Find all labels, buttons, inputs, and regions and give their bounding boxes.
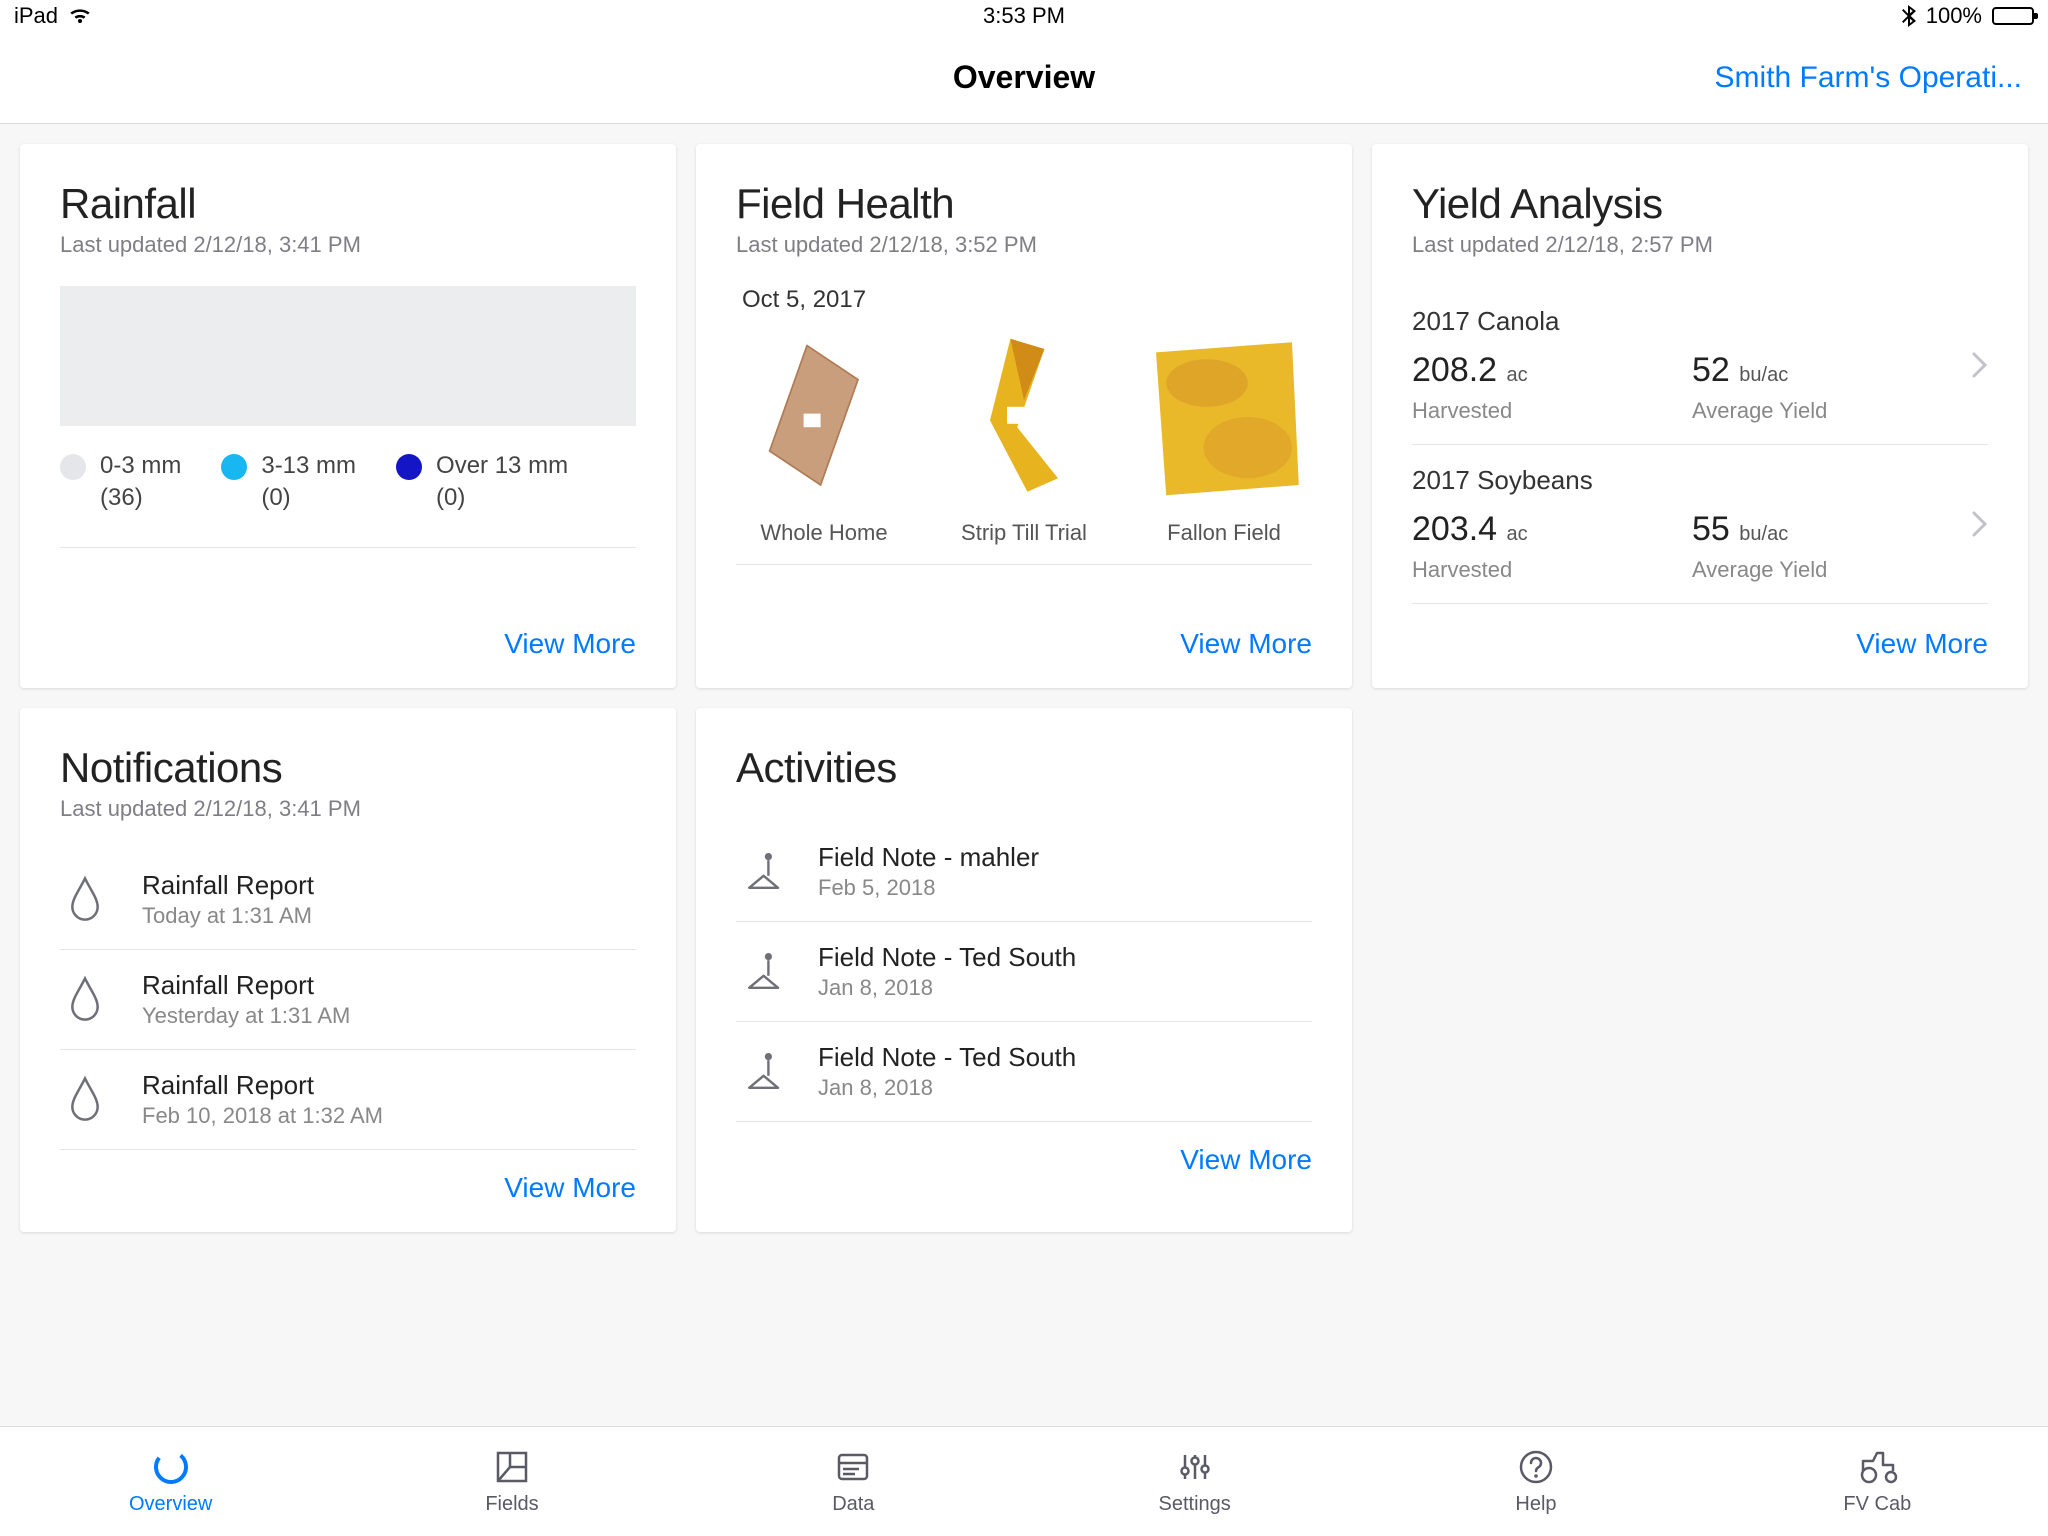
tab-fvcab[interactable]: FV Cab: [1707, 1427, 2048, 1536]
settings-icon: [1175, 1447, 1215, 1487]
nav-header: Overview Smith Farm's Operati...: [0, 32, 2048, 124]
rainfall-chart-placeholder: [60, 286, 636, 426]
field-label: Fallon Field: [1167, 520, 1281, 545]
tab-fields[interactable]: Fields: [341, 1427, 682, 1536]
activities-card[interactable]: Activities Field Note - mahlerFeb 5, 201…: [696, 708, 1352, 1232]
crop-name: 2017 Soybeans: [1412, 465, 1692, 496]
legend-item-3-13mm: 3-13 mm(0): [221, 450, 356, 515]
tab-overview[interactable]: Overview: [0, 1427, 341, 1536]
avg-yield-label: Average Yield: [1692, 557, 1972, 583]
overview-icon: [151, 1447, 191, 1487]
card-title: Notifications: [60, 744, 636, 792]
view-more-link[interactable]: View More: [504, 1172, 636, 1203]
yield-row-soybeans[interactable]: 2017 Soybeans 203.4 ac Harvested 55 bu/a…: [1412, 445, 1988, 604]
card-title: Activities: [736, 744, 1312, 792]
clock: 3:53 PM: [983, 3, 1065, 29]
avg-yield-label: Average Yield: [1692, 398, 1972, 424]
field-label: Whole Home: [760, 520, 887, 545]
tab-label: Help: [1515, 1493, 1556, 1516]
battery-pct: 100%: [1926, 3, 1982, 29]
view-more-link[interactable]: View More: [1180, 628, 1312, 659]
status-bar: iPad 3:53 PM 100%: [0, 0, 2048, 32]
notification-item[interactable]: Rainfall ReportFeb 10, 2018 at 1:32 AM: [60, 1050, 636, 1150]
field-note-icon: [742, 847, 792, 897]
legend-swatch: [60, 454, 86, 480]
card-updated: Last updated 2/12/18, 2:57 PM: [1412, 232, 1988, 258]
view-more-link[interactable]: View More: [1180, 1144, 1312, 1175]
chevron-right-icon: [1972, 352, 1988, 378]
field-image: [739, 332, 909, 502]
page-title: Overview: [953, 59, 1095, 96]
legend-swatch: [221, 454, 247, 480]
crop-name: 2017 Canola: [1412, 306, 1692, 337]
field-thumb-whole-home[interactable]: Whole Home: [736, 332, 912, 546]
card-updated: Last updated 2/12/18, 3:52 PM: [736, 232, 1312, 258]
notification-item[interactable]: Rainfall ReportYesterday at 1:31 AM: [60, 950, 636, 1050]
tab-label: Fields: [485, 1493, 538, 1516]
dashboard-grid: Rainfall Last updated 2/12/18, 3:41 PM 0…: [0, 124, 2048, 1252]
card-title: Yield Analysis: [1412, 180, 1988, 228]
field-thumb-fallon[interactable]: Fallon Field: [1136, 332, 1312, 546]
raindrop-icon: [66, 1075, 116, 1125]
activity-item[interactable]: Field Note - Ted SouthJan 8, 2018: [736, 922, 1312, 1022]
tractor-icon: [1857, 1447, 1897, 1487]
wifi-icon: [68, 7, 92, 25]
field-health-card[interactable]: Field Health Last updated 2/12/18, 3:52 …: [696, 144, 1352, 688]
harvested-label: Harvested: [1412, 557, 1692, 583]
notification-item[interactable]: Rainfall ReportToday at 1:31 AM: [60, 850, 636, 950]
notifications-card[interactable]: Notifications Last updated 2/12/18, 3:41…: [20, 708, 676, 1232]
tab-settings[interactable]: Settings: [1024, 1427, 1365, 1536]
field-thumb-strip-till[interactable]: Strip Till Trial: [936, 332, 1112, 546]
legend-item-over-13mm: Over 13 mm(0): [396, 450, 568, 515]
rainfall-card[interactable]: Rainfall Last updated 2/12/18, 3:41 PM 0…: [20, 144, 676, 688]
yield-analysis-card[interactable]: Yield Analysis Last updated 2/12/18, 2:5…: [1372, 144, 2028, 688]
view-more-link[interactable]: View More: [1856, 628, 1988, 659]
field-label: Strip Till Trial: [961, 520, 1087, 545]
tab-label: FV Cab: [1843, 1493, 1911, 1516]
divider: [736, 564, 1312, 565]
card-title: Rainfall: [60, 180, 636, 228]
operation-picker[interactable]: Smith Farm's Operati...: [1715, 61, 2022, 95]
data-icon: [833, 1447, 873, 1487]
legend-item-0-3mm: 0-3 mm(36): [60, 450, 181, 515]
device-label: iPad: [14, 3, 58, 29]
raindrop-icon: [66, 975, 116, 1025]
raindrop-icon: [66, 875, 116, 925]
tab-bar: Overview Fields Data Settings Help FV Ca…: [0, 1426, 2048, 1536]
field-health-date: Oct 5, 2017: [736, 286, 1312, 314]
activity-item[interactable]: Field Note - Ted SouthJan 8, 2018: [736, 1022, 1312, 1122]
field-image: [939, 332, 1109, 502]
rainfall-legend: 0-3 mm(36) 3-13 mm(0) Over 13 mm(0): [60, 450, 636, 515]
field-note-icon: [742, 1047, 792, 1097]
yield-row-canola[interactable]: 2017 Canola 208.2 ac Harvested 52 bu/ac …: [1412, 286, 1988, 445]
card-title: Field Health: [736, 180, 1312, 228]
tab-data[interactable]: Data: [683, 1427, 1024, 1536]
card-updated: Last updated 2/12/18, 3:41 PM: [60, 232, 636, 258]
legend-swatch: [396, 454, 422, 480]
tab-help[interactable]: Help: [1365, 1427, 1706, 1536]
divider: [60, 547, 636, 548]
help-icon: [1516, 1447, 1556, 1487]
harvested-label: Harvested: [1412, 398, 1692, 424]
activity-item[interactable]: Field Note - mahlerFeb 5, 2018: [736, 822, 1312, 922]
field-note-icon: [742, 947, 792, 997]
card-updated: Last updated 2/12/18, 3:41 PM: [60, 796, 636, 822]
chevron-right-icon: [1972, 511, 1988, 537]
view-more-link[interactable]: View More: [504, 628, 636, 659]
battery-icon: [1992, 7, 2034, 25]
fields-icon: [492, 1447, 532, 1487]
bluetooth-icon: [1902, 5, 1916, 27]
tab-label: Overview: [129, 1493, 212, 1516]
field-image: [1139, 332, 1309, 502]
tab-label: Data: [832, 1493, 874, 1516]
tab-label: Settings: [1159, 1493, 1231, 1516]
